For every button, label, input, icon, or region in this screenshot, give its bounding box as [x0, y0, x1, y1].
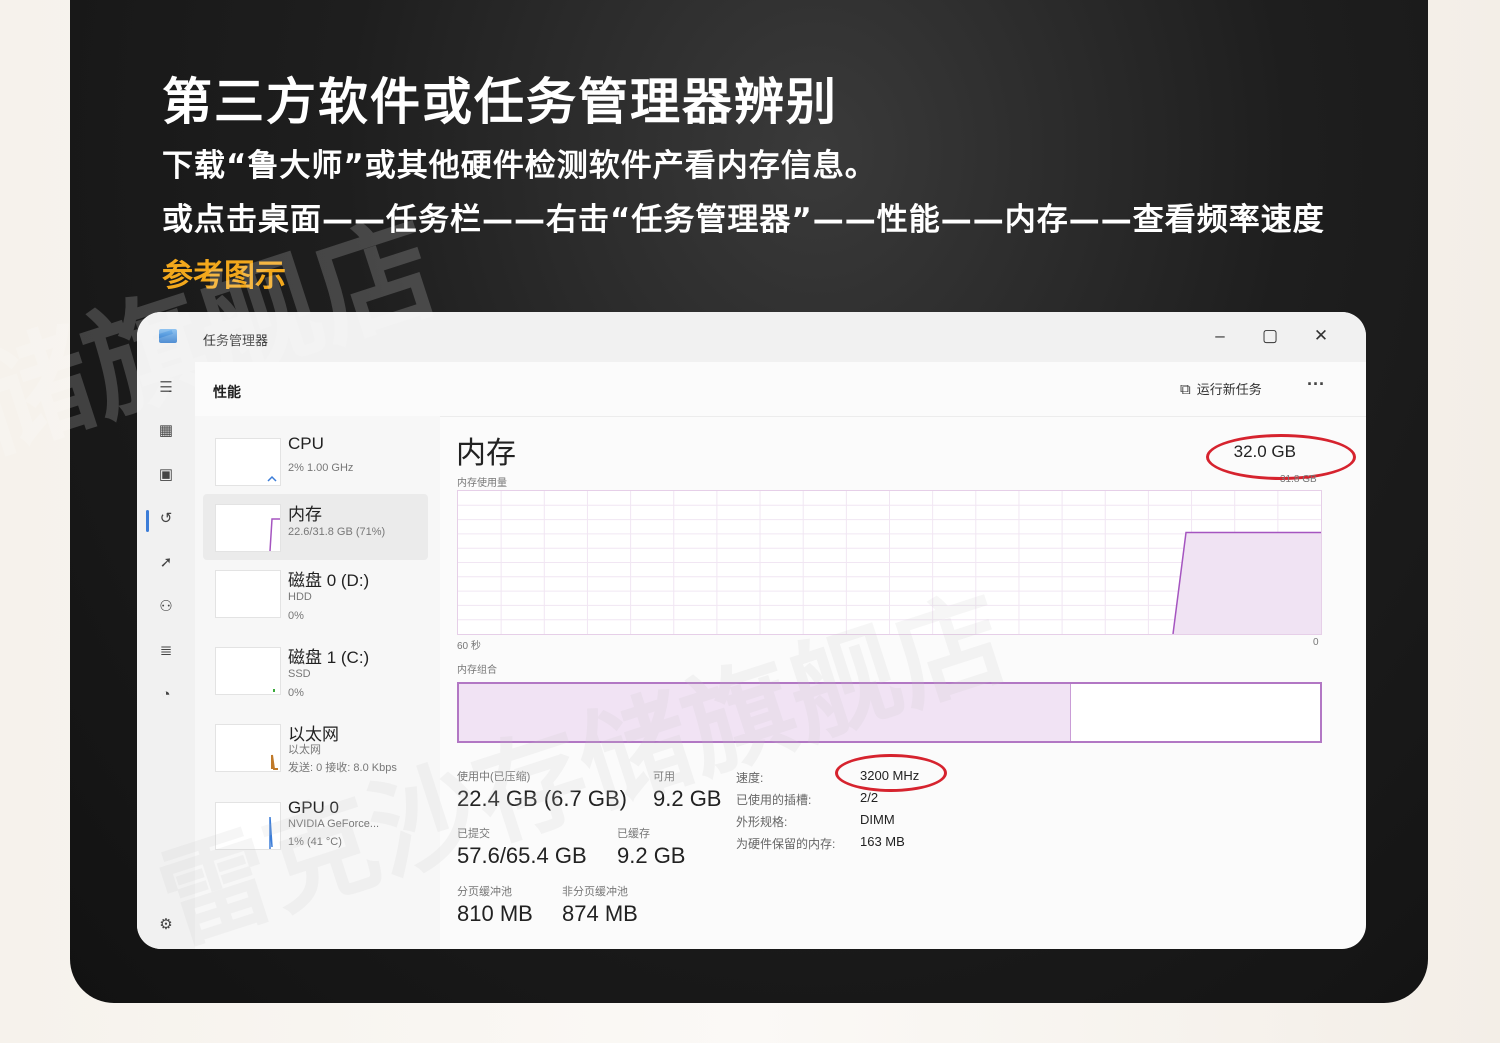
form-factor-label: 外形规格:: [736, 815, 788, 829]
users-icon[interactable]: ⚇: [155, 596, 177, 618]
more-options-button[interactable]: ···: [1307, 374, 1325, 395]
disk-1-thumbnail: [215, 647, 281, 695]
settings-gear-icon[interactable]: ⚙: [155, 914, 177, 936]
resource-item-memory[interactable]: 内存 22.6/31.8 GB (71%): [203, 494, 428, 560]
gpu-thumbnail: [215, 802, 281, 850]
available-label: 可用: [653, 771, 675, 783]
startup-apps-icon[interactable]: ➚: [155, 552, 177, 574]
instruction-line-1: 下载“鲁大师”或其他硬件检测软件产看内存信息。: [162, 148, 877, 184]
resource-item-ethernet[interactable]: 以太网 以太网 发送: 0 接收: 8.0 Kbps: [203, 714, 428, 780]
app-history-icon[interactable]: ↺: [155, 508, 177, 530]
nonpaged-pool-label: 非分页缓冲池: [562, 886, 628, 898]
item-name: 磁盘 1 (C:): [288, 648, 370, 667]
item-detail: 以太网: [288, 744, 321, 756]
available-value: 9.2 GB: [653, 786, 722, 811]
item-name: GPU 0: [288, 798, 340, 817]
resource-item-gpu[interactable]: GPU 0 NVIDIA GeForce... 1% (41 °C): [203, 792, 428, 858]
memory-panel: 内存 32.0 GB 内存使用量 31.8 GB 60 秒 0 内存组合 使用中…: [440, 416, 1366, 949]
run-task-icon: ⧉: [1180, 381, 1191, 398]
item-detail: NVIDIA GeForce...: [288, 818, 380, 830]
in-use-value: 22.4 GB (6.7 GB): [457, 786, 627, 811]
cpu-thumbnail: [215, 438, 281, 486]
app-title: 任务管理器: [203, 333, 269, 348]
memory-composition-bar: [457, 682, 1322, 743]
page-heading: 第三方软件或任务管理器辨别: [162, 73, 838, 131]
slots-label: 已使用的插槽:: [736, 793, 812, 807]
hardware-reserved-label: 为硬件保留的内存:: [736, 837, 836, 851]
title-bar: 任务管理器 – ▢ ✕: [137, 312, 1366, 362]
maximize-button[interactable]: ▢: [1255, 321, 1285, 351]
composition-label: 内存组合: [457, 665, 497, 676]
services-icon[interactable]: ◔: [155, 684, 177, 706]
item-detail: 22.6/31.8 GB (71%): [288, 526, 386, 538]
usage-area: [1173, 532, 1321, 634]
disk-0-thumbnail: [215, 570, 281, 618]
instruction-line-2: 或点击桌面——任务栏——右击“任务管理器”——性能——内存——查看频率速度: [162, 202, 1325, 238]
hamburger-menu-icon[interactable]: ☰: [155, 377, 177, 399]
resource-item-cpu[interactable]: CPU 2% 1.00 GHz: [203, 428, 428, 494]
form-factor-value: DIMM: [860, 812, 895, 827]
paged-pool-label: 分页缓冲池: [457, 886, 512, 898]
ethernet-thumbnail: [215, 724, 281, 772]
committed-label: 已提交: [457, 828, 490, 840]
resource-list: CPU 2% 1.00 GHz 内存 22.6/31.8 GB (71%) 磁盘…: [195, 416, 440, 949]
item-detail: SSD: [288, 668, 311, 680]
processes-icon[interactable]: ▦: [155, 420, 177, 442]
time-axis-left: 60 秒: [457, 641, 481, 652]
cached-value: 9.2 GB: [617, 843, 686, 868]
memory-thumbnail: [215, 504, 281, 552]
performance-icon[interactable]: ▣: [155, 464, 177, 486]
usage-max-label: 31.8 GB: [1280, 474, 1317, 485]
speed-label: 速度:: [736, 771, 764, 785]
active-indicator: [146, 510, 149, 532]
cached-label: 已缓存: [617, 828, 650, 840]
resource-item-disk-1[interactable]: 磁盘 1 (C:) SSD 0%: [203, 637, 428, 703]
memory-title: 内存: [456, 437, 516, 470]
memory-usage-graph: [457, 490, 1322, 635]
task-manager-window: 任务管理器 – ▢ ✕ ☰ ▦ ▣ ↺ ➚ ⚇ ≣ ◔ ⚙ 性能 ⧉ 运行新任务 …: [137, 312, 1366, 949]
item-detail: 2% 1.00 GHz: [288, 462, 354, 474]
item-detail: 0%: [288, 610, 304, 622]
composition-used-fill: [459, 684, 1072, 741]
item-detail: 发送: 0 接收: 8.0 Kbps: [288, 762, 397, 774]
item-detail: HDD: [288, 591, 312, 603]
item-detail: 0%: [288, 687, 304, 699]
resource-item-disk-0[interactable]: 磁盘 0 (D:) HDD 0%: [203, 560, 428, 626]
minimize-button[interactable]: –: [1205, 321, 1235, 351]
in-use-label: 使用中(已压缩): [457, 771, 531, 783]
item-name: 磁盘 0 (D:): [288, 571, 370, 590]
slots-value: 2/2: [860, 790, 879, 805]
highlight-oval-speed: [835, 754, 947, 792]
paged-pool-value: 810 MB: [457, 901, 533, 926]
page-title: 性能: [213, 384, 241, 400]
usage-graph-svg: [458, 491, 1321, 635]
time-axis-right: 0: [1313, 637, 1319, 648]
nonpaged-pool-value: 874 MB: [562, 901, 638, 926]
details-icon[interactable]: ≣: [155, 640, 177, 662]
committed-value: 57.6/65.4 GB: [457, 843, 587, 868]
reference-label: 参考图示: [162, 258, 286, 294]
hardware-reserved-value: 163 MB: [860, 834, 905, 849]
item-name: 内存: [288, 505, 322, 524]
item-name: CPU: [288, 434, 324, 453]
page-header: 性能 ⧉ 运行新任务 ···: [195, 362, 1366, 417]
usage-label: 内存使用量: [457, 478, 507, 489]
run-new-task-label: 运行新任务: [1196, 382, 1262, 397]
task-manager-icon: [159, 329, 177, 343]
close-button[interactable]: ✕: [1306, 321, 1336, 351]
run-new-task-button[interactable]: ⧉ 运行新任务: [1180, 379, 1262, 398]
nav-rail: ☰ ▦ ▣ ↺ ➚ ⚇ ≣ ◔ ⚙: [137, 362, 195, 949]
item-detail: 1% (41 °C): [288, 836, 342, 848]
